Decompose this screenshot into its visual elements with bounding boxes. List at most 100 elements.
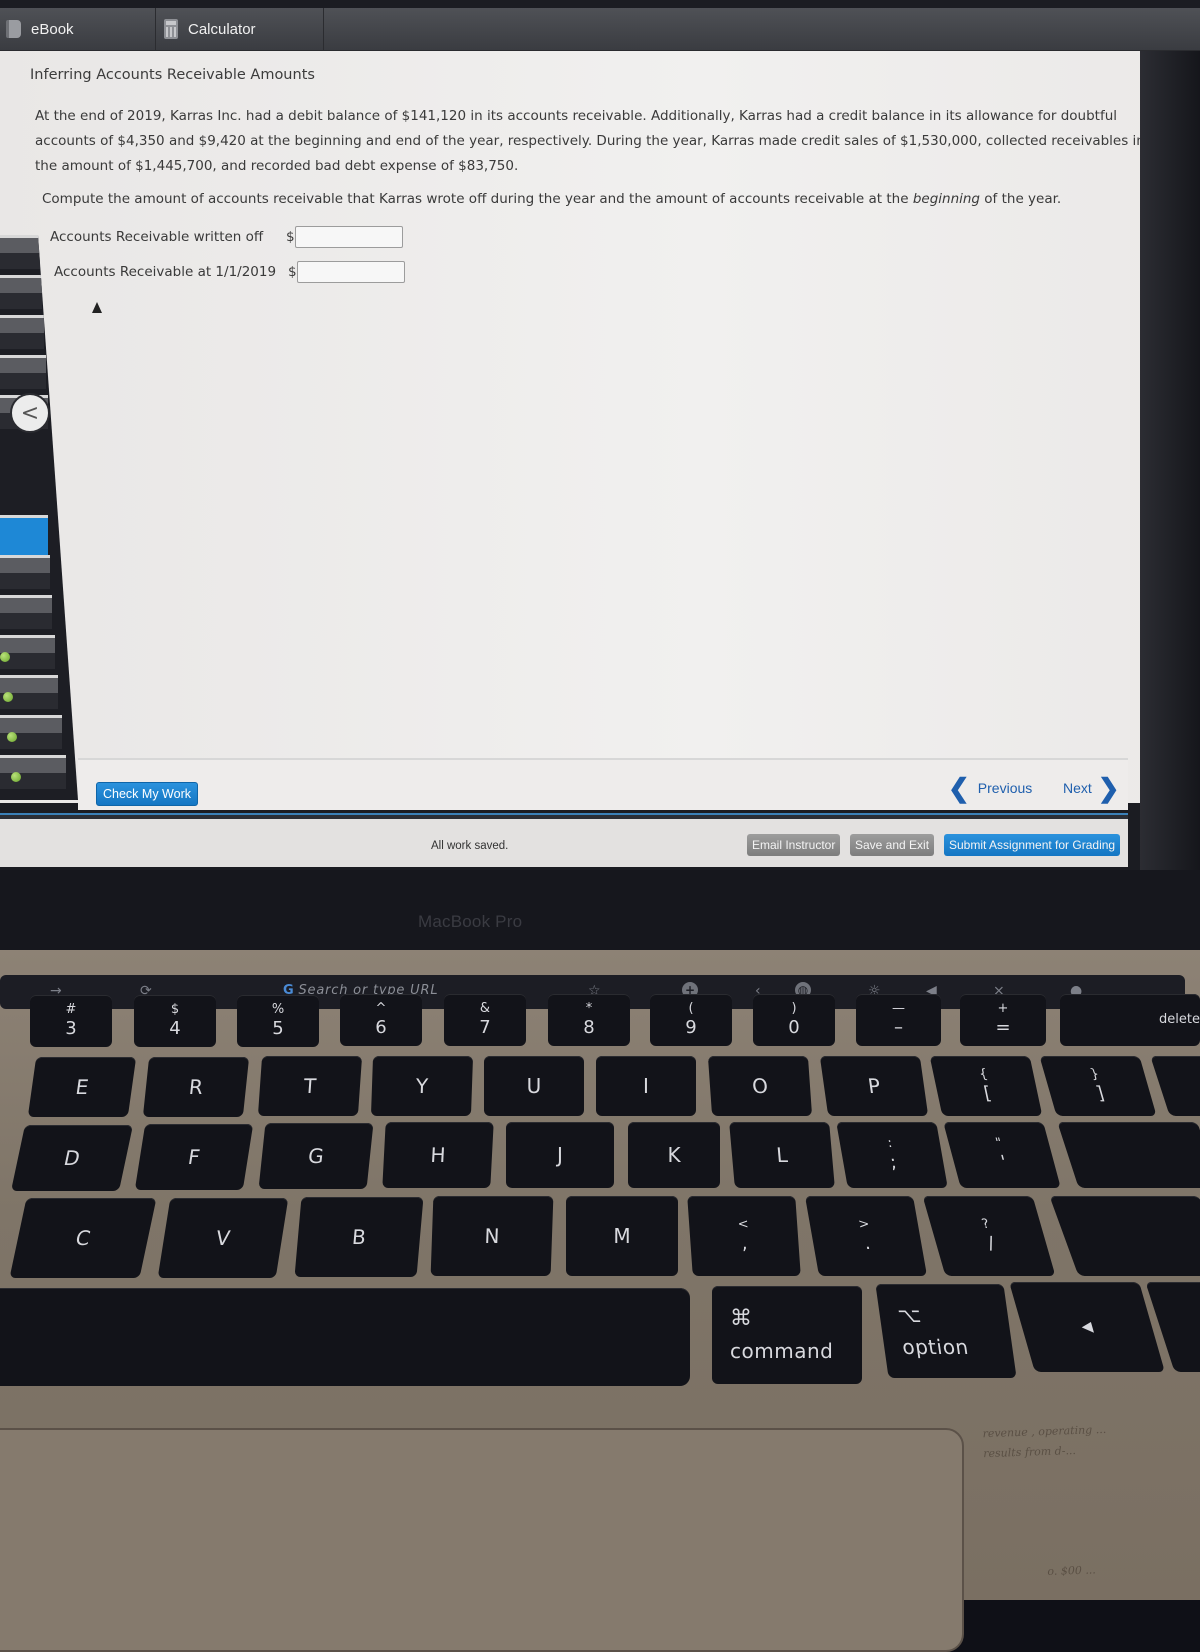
problem-text: At the end of 2019, Karras Inc. had a de… bbox=[35, 108, 1145, 174]
key-shift-label: # bbox=[65, 1002, 77, 1017]
key-left-bracket[interactable]: {[ bbox=[929, 1056, 1043, 1116]
previous-button[interactable]: ❮ Previous bbox=[948, 773, 1033, 803]
note-line: results from d-... bbox=[983, 1443, 1077, 1461]
key-r[interactable]: R bbox=[142, 1057, 250, 1117]
ebook-label: eBook bbox=[31, 20, 74, 38]
key-3[interactable]: #3 bbox=[30, 995, 112, 1047]
submit-assignment-button[interactable]: Submit Assignment for Grading bbox=[944, 834, 1121, 856]
key-semicolon[interactable]: :; bbox=[836, 1122, 948, 1188]
key-shift-label: + bbox=[997, 1001, 1009, 1016]
brand-label: MacBook Pro bbox=[418, 912, 523, 931]
key-p[interactable]: P bbox=[819, 1056, 929, 1116]
key-8[interactable]: * 8 bbox=[548, 994, 630, 1046]
key-label: . bbox=[862, 1233, 873, 1254]
key-label: O bbox=[751, 1074, 769, 1098]
key-label: 9 bbox=[685, 1017, 697, 1038]
problem-title: Inferring Accounts Receivable Amounts bbox=[30, 67, 315, 83]
complete-dot-icon bbox=[3, 692, 13, 702]
key-shift-label: ^ bbox=[375, 1001, 387, 1016]
screen-chin bbox=[0, 870, 1200, 950]
key-o[interactable]: O bbox=[707, 1056, 813, 1116]
save-status: All work saved. bbox=[431, 840, 509, 852]
key-label: ] bbox=[1093, 1083, 1107, 1104]
key-i[interactable]: I bbox=[596, 1056, 696, 1116]
ar-written-off-input[interactable] bbox=[295, 226, 403, 248]
next-button[interactable]: Next ❯ bbox=[1063, 773, 1120, 803]
rail-item[interactable] bbox=[0, 275, 42, 309]
key-j[interactable]: J bbox=[506, 1122, 614, 1188]
key-t[interactable]: T bbox=[257, 1056, 363, 1116]
key-option[interactable]: ⌥ option bbox=[875, 1284, 1017, 1378]
key-v[interactable]: V bbox=[157, 1198, 289, 1278]
key-c[interactable]: C bbox=[9, 1198, 157, 1278]
rail-item-current[interactable] bbox=[0, 515, 48, 555]
rail-item[interactable] bbox=[0, 755, 66, 789]
key-label: – bbox=[894, 1017, 903, 1038]
key-slash[interactable]: ? / bbox=[922, 1196, 1056, 1276]
key-shift-label: ( bbox=[688, 1001, 694, 1016]
note-line: o. $00 ... bbox=[1047, 1563, 1097, 1579]
collapse-rail-button[interactable]: < bbox=[10, 393, 50, 433]
key-f[interactable]: F bbox=[134, 1124, 254, 1190]
key-quote[interactable]: " ' bbox=[943, 1122, 1061, 1188]
previous-label: Previous bbox=[977, 780, 1033, 796]
key-9[interactable]: (9 bbox=[650, 994, 732, 1046]
key-d[interactable]: D bbox=[10, 1125, 134, 1191]
key-right-bracket[interactable]: }] bbox=[1039, 1056, 1157, 1116]
key-label: option bbox=[900, 1335, 971, 1359]
key-minus[interactable]: — – bbox=[856, 994, 941, 1046]
trackpad[interactable] bbox=[0, 1428, 964, 1652]
rail-item[interactable] bbox=[0, 355, 46, 389]
rail-item[interactable] bbox=[0, 555, 50, 589]
chevron-right-icon: ❯ bbox=[1097, 773, 1120, 803]
check-my-work-button[interactable]: Check My Work bbox=[96, 782, 198, 806]
key-return[interactable] bbox=[1057, 1122, 1200, 1188]
email-instructor-button[interactable]: Email Instructor bbox=[747, 834, 841, 856]
ar-beginning-input[interactable] bbox=[297, 261, 405, 283]
key-label: 4 bbox=[169, 1018, 181, 1039]
key-7[interactable]: & 7 bbox=[444, 994, 526, 1046]
rail-item[interactable] bbox=[0, 315, 44, 349]
key-command[interactable]: ⌘ command bbox=[712, 1286, 862, 1384]
key-label: V bbox=[214, 1226, 232, 1250]
key-equal[interactable]: + = bbox=[960, 994, 1046, 1046]
key-label: P bbox=[866, 1074, 882, 1098]
chevron-left-icon: ❮ bbox=[948, 773, 970, 803]
key-arrow-left[interactable]: ◀ bbox=[1009, 1282, 1165, 1372]
rail-item[interactable] bbox=[0, 235, 40, 269]
key-label: / bbox=[985, 1233, 998, 1254]
key-b[interactable]: B bbox=[294, 1197, 424, 1277]
key-space[interactable] bbox=[0, 1288, 690, 1386]
key-shift-label: % bbox=[271, 1002, 285, 1017]
key-u[interactable]: U bbox=[484, 1056, 584, 1116]
key-k[interactable]: K bbox=[628, 1122, 720, 1188]
complete-dot-icon bbox=[0, 652, 10, 662]
key-g[interactable]: G bbox=[258, 1123, 374, 1189]
rail-item[interactable] bbox=[0, 635, 55, 669]
key-m[interactable]: M bbox=[566, 1196, 678, 1276]
key-shift-label: & bbox=[479, 1001, 491, 1016]
key-e[interactable]: E bbox=[27, 1057, 137, 1117]
key-4[interactable]: $4 bbox=[134, 995, 216, 1047]
key-0[interactable]: ) 0 bbox=[753, 994, 835, 1046]
calculator-tab[interactable]: Calculator bbox=[158, 8, 324, 50]
save-and-exit-button[interactable]: Save and Exit bbox=[850, 834, 935, 856]
field-row-ar-beginning: Accounts Receivable at 1/1/2019 $ bbox=[54, 261, 405, 283]
key-shift-label: ) bbox=[791, 1001, 797, 1016]
rail-item[interactable] bbox=[0, 595, 52, 629]
key-5[interactable]: % 5 bbox=[237, 995, 319, 1047]
key-h[interactable]: H bbox=[382, 1122, 494, 1188]
currency-symbol: $ bbox=[286, 229, 295, 245]
key-period[interactable]: >. bbox=[804, 1196, 928, 1276]
key-shift-label: ? bbox=[980, 1217, 992, 1232]
key-comma[interactable]: <, bbox=[687, 1196, 801, 1276]
key-l[interactable]: L bbox=[729, 1122, 835, 1188]
key-shift-label: $ bbox=[170, 1002, 180, 1017]
complete-dot-icon bbox=[7, 732, 17, 742]
key-n[interactable]: N bbox=[430, 1196, 554, 1276]
key-delete[interactable]: delete bbox=[1060, 994, 1200, 1046]
key-y[interactable]: Y bbox=[370, 1056, 474, 1116]
key-6[interactable]: ^ 6 bbox=[340, 994, 422, 1046]
ebook-tab[interactable]: eBook bbox=[0, 8, 156, 50]
field-label: Accounts Receivable at 1/1/2019 bbox=[54, 264, 277, 280]
